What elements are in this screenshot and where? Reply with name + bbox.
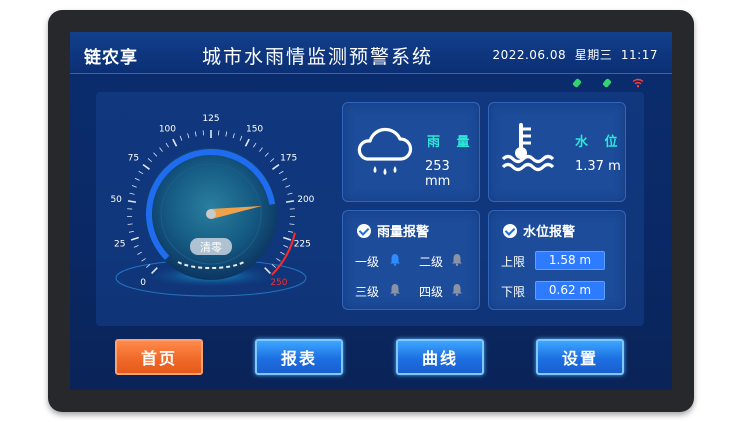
gauge-tick-label: 175 bbox=[280, 154, 297, 164]
water-alarm-title: 水位报警 bbox=[523, 225, 576, 240]
water-alarm-header: 水位报警 bbox=[503, 221, 575, 240]
bell-icon bbox=[452, 284, 462, 296]
water-alarm-card: 水位报警 上限 1.58 m 下限 0.62 m bbox=[488, 210, 626, 310]
rain-cloud-icon bbox=[357, 127, 413, 175]
gauge-tick bbox=[252, 142, 257, 148]
gauge-tick bbox=[159, 147, 163, 152]
lower-limit-field[interactable]: 0.62 m bbox=[535, 281, 605, 300]
gauge-tick bbox=[289, 223, 295, 225]
plug-icon bbox=[602, 78, 612, 88]
gauge-tick bbox=[128, 230, 134, 233]
wifi-icon bbox=[632, 78, 644, 88]
gauge-tick bbox=[287, 192, 293, 195]
nav-settings-button[interactable]: 设置 bbox=[536, 339, 624, 375]
upper-limit-label: 上限 bbox=[501, 255, 526, 269]
gauge-tick-label: 150 bbox=[246, 124, 263, 134]
gauge-tick bbox=[187, 133, 190, 139]
gauge-tick bbox=[280, 251, 285, 255]
gauge-hub bbox=[206, 209, 216, 219]
gauge-tick-label: 75 bbox=[128, 154, 139, 164]
bell-icon bbox=[390, 254, 400, 266]
water-level-icon bbox=[501, 123, 555, 172]
gauge-tick bbox=[283, 245, 289, 248]
rainfall-value: 253 mm bbox=[425, 159, 451, 189]
gauge-tick bbox=[269, 158, 275, 163]
gauge-tick bbox=[130, 236, 139, 241]
check-icon bbox=[357, 223, 371, 238]
gauge-tick bbox=[276, 258, 281, 262]
gauge-tick bbox=[127, 200, 137, 203]
water-level-value: 1.37 m bbox=[575, 159, 621, 174]
gauge-tick bbox=[153, 152, 158, 157]
gauge-tick bbox=[147, 158, 153, 163]
water-level-card: 水 位 1.37 m bbox=[488, 102, 626, 202]
alarm-level-4-label: 四级 bbox=[419, 285, 444, 299]
alarm-level-3-label: 三级 bbox=[355, 285, 380, 299]
gauge-tick bbox=[244, 138, 250, 147]
gauge-tick bbox=[285, 185, 291, 188]
plug-icon bbox=[572, 78, 582, 88]
gauge-tick-label: 125 bbox=[202, 114, 219, 124]
gauge-tick bbox=[285, 200, 295, 203]
header-bar: 链农享 城市水雨情监测预警系统 2022.06.08 星期三 11:17 bbox=[70, 32, 672, 74]
rain-alarm-title: 雨量报警 bbox=[377, 225, 430, 240]
rain-alarm-header: 雨量报警 bbox=[357, 221, 429, 240]
gauge-tick-label: 0 bbox=[140, 278, 146, 288]
hmi-screen: 链农享 城市水雨情监测预警系统 2022.06.08 星期三 11:17 0 2… bbox=[70, 32, 672, 390]
nav-curve-button[interactable]: 曲线 bbox=[396, 339, 484, 375]
lower-limit-label: 下限 bbox=[501, 285, 526, 299]
reset-label: 清零 bbox=[200, 241, 222, 254]
rainfall-gauge: 0 25 50 75 100 125 150 175 200 225 250 清零 bbox=[110, 114, 315, 297]
rainfall-card: 雨 量 253 mm bbox=[342, 102, 480, 202]
gauge-tick-label: 225 bbox=[294, 240, 311, 250]
gauge-tick-label: 25 bbox=[114, 240, 125, 250]
page-title: 城市水雨情监测预警系统 bbox=[202, 46, 434, 68]
gauge-tick bbox=[138, 170, 144, 175]
gauge-tick bbox=[127, 223, 133, 225]
gauge-tick-label: 100 bbox=[159, 124, 176, 134]
gauge-tick bbox=[131, 185, 137, 188]
gauge-tick bbox=[272, 163, 280, 170]
gauge-tick bbox=[165, 142, 170, 148]
gauge-tick bbox=[129, 192, 135, 195]
rainfall-label: 雨 量 bbox=[427, 135, 476, 150]
brand-logo: 链农享 bbox=[84, 48, 138, 68]
alarm-level-2-label: 二级 bbox=[419, 255, 444, 269]
gauge-tick bbox=[134, 177, 140, 181]
rain-alarm-card: 雨量报警 一级 二级 三级 四级 bbox=[342, 210, 480, 310]
gauge-tick bbox=[232, 133, 235, 139]
gauge-tick bbox=[133, 245, 139, 248]
check-icon bbox=[503, 223, 517, 238]
main-panel: 0 25 50 75 100 125 150 175 200 225 250 清零 雨 量 253 … bbox=[96, 92, 644, 326]
gauge-tick bbox=[259, 147, 263, 152]
status-icons bbox=[572, 78, 644, 88]
gauge-tick bbox=[142, 163, 150, 170]
gauge-tick-label: 200 bbox=[297, 195, 314, 205]
gauge-tick bbox=[225, 131, 228, 137]
gauge-tick bbox=[264, 152, 269, 157]
gauge-tick bbox=[282, 177, 288, 181]
bell-icon bbox=[390, 284, 400, 296]
gauge-tick bbox=[288, 230, 294, 233]
gauge-tick bbox=[278, 170, 284, 175]
gauge-tick bbox=[141, 258, 146, 262]
gauge-tick-label: 250 bbox=[270, 278, 287, 288]
gauge-tick bbox=[137, 251, 142, 255]
datetime-display: 2022.06.08 星期三 11:17 bbox=[492, 48, 658, 62]
upper-limit-field[interactable]: 1.58 m bbox=[535, 251, 605, 270]
gauge-tick bbox=[239, 135, 243, 141]
gauge-tick bbox=[194, 131, 197, 137]
bell-icon bbox=[452, 254, 462, 266]
gauge-tick bbox=[283, 236, 292, 241]
gauge-tick bbox=[179, 135, 183, 141]
gauge-tick-label: 50 bbox=[110, 195, 122, 205]
gauge-tick bbox=[172, 138, 178, 147]
nav-home-button[interactable]: 首页 bbox=[115, 339, 203, 375]
water-level-label: 水 位 bbox=[575, 135, 624, 150]
alarm-level-1-label: 一级 bbox=[355, 255, 380, 269]
nav-report-button[interactable]: 报表 bbox=[255, 339, 343, 375]
